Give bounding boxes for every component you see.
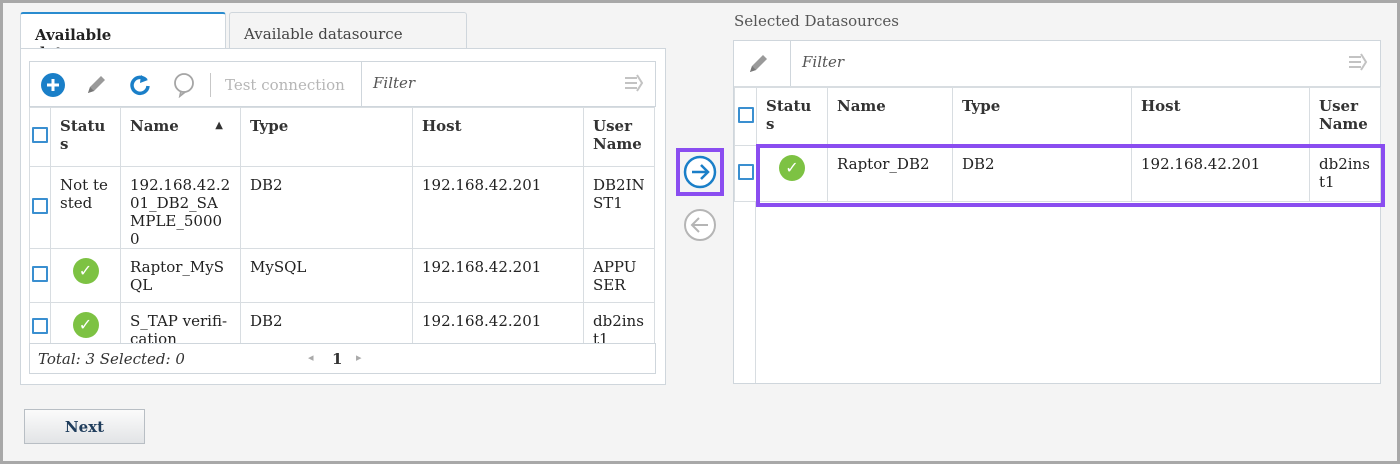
- edit-pencil-icon[interactable]: [745, 51, 771, 77]
- sort-ascending-icon: ▲: [215, 120, 223, 131]
- host-cell: 192.168.42.201: [412, 248, 584, 303]
- column-header-name[interactable]: Name ▲: [120, 107, 241, 167]
- right-filter-input[interactable]: Filter: [790, 41, 1380, 86]
- status-cell: ✓: [50, 248, 121, 303]
- table-header-row: Status Name ▲ Type Host User Name: [29, 107, 655, 167]
- left-table-footer: Total: 3 Selected: 0 ◂ 1 ▸: [29, 343, 656, 374]
- row-checkbox[interactable]: [29, 248, 51, 303]
- check-circle-icon: ✓: [779, 155, 805, 181]
- selection-summary: Total: 3 Selected: 0: [38, 350, 185, 368]
- user-cell: DB2INST1: [583, 166, 655, 249]
- tab-available-datasources[interactable]: Available datasources: [20, 12, 226, 62]
- select-all-checkbox[interactable]: [29, 107, 51, 167]
- select-all-checkbox[interactable]: [734, 87, 757, 146]
- filter-placeholder: Filter: [373, 74, 416, 92]
- move-left-arrow-icon[interactable]: [683, 208, 717, 242]
- speech-bubble-icon[interactable]: [170, 71, 198, 99]
- column-header-host[interactable]: Host: [1131, 87, 1310, 146]
- page-number[interactable]: 1: [332, 350, 342, 368]
- column-header-status[interactable]: Status: [756, 87, 828, 146]
- move-right-arrow-icon[interactable]: [683, 155, 717, 189]
- table-row[interactable]: Not tested 192.168.42.201_DB2_SAMPLE_500…: [29, 166, 655, 249]
- next-page-icon[interactable]: ▸: [356, 351, 362, 364]
- row-checkbox[interactable]: [734, 145, 757, 202]
- refresh-icon[interactable]: [126, 71, 154, 99]
- filter-options-icon[interactable]: [1348, 53, 1368, 75]
- name-cell: 192.168.42.201_DB2_SAMPLE_50000: [120, 166, 241, 249]
- column-header-type[interactable]: Type: [240, 107, 413, 167]
- column-header-name[interactable]: Name: [827, 87, 953, 146]
- available-datasources-table: Status Name ▲ Type Host User Name Not tes…: [29, 107, 655, 354]
- status-cell: ✓: [756, 145, 828, 202]
- selected-datasources-table: Status Name Type Host User Name ✓ Raptor…: [734, 87, 1381, 202]
- left-filter-input[interactable]: Filter: [361, 62, 656, 106]
- tab-available-datasource-groups[interactable]: Available datasource groups: [229, 12, 467, 61]
- column-header-host[interactable]: Host: [412, 107, 584, 167]
- type-cell: DB2: [240, 166, 413, 249]
- column-header-user-name[interactable]: User Name: [1309, 87, 1381, 146]
- column-header-user-name[interactable]: User Name: [583, 107, 655, 167]
- table-row[interactable]: ✓ Raptor_DB2 DB2 192.168.42.201 db2inst1: [734, 145, 1381, 202]
- user-cell: APPUSER: [583, 248, 655, 303]
- column-header-type[interactable]: Type: [952, 87, 1132, 146]
- user-cell: db2inst1: [1309, 145, 1381, 202]
- host-cell: 192.168.42.201: [412, 166, 584, 249]
- test-connection-button[interactable]: Test connection: [225, 76, 345, 94]
- selected-datasources-title: Selected Datasources: [734, 12, 899, 30]
- check-circle-icon: ✓: [72, 258, 99, 284]
- table-header-row: Status Name Type Host User Name: [734, 87, 1381, 146]
- left-toolbar: Test connection Filter: [29, 61, 656, 107]
- type-cell: MySQL: [240, 248, 413, 303]
- name-cell: Raptor_MySQL: [120, 248, 241, 303]
- edit-pencil-icon[interactable]: [83, 72, 109, 98]
- name-header-label: Name: [130, 117, 179, 135]
- toolbar-divider: [210, 73, 211, 97]
- filter-placeholder: Filter: [802, 53, 845, 71]
- table-row[interactable]: ✓ Raptor_MySQL MySQL 192.168.42.201 APPU…: [29, 248, 655, 303]
- row-checkbox[interactable]: [29, 166, 51, 249]
- type-cell: DB2: [952, 145, 1132, 202]
- filter-options-icon[interactable]: [624, 74, 644, 96]
- host-cell: 192.168.42.201: [1131, 145, 1310, 202]
- prev-page-icon[interactable]: ◂: [308, 351, 314, 364]
- column-header-status[interactable]: Status: [50, 107, 121, 167]
- right-toolbar: Filter: [734, 41, 1380, 87]
- next-button[interactable]: Next: [24, 409, 145, 444]
- check-circle-icon: ✓: [72, 312, 99, 338]
- status-cell: Not tested: [50, 166, 121, 249]
- add-icon[interactable]: [40, 72, 66, 98]
- name-cell: Raptor_DB2: [827, 145, 953, 202]
